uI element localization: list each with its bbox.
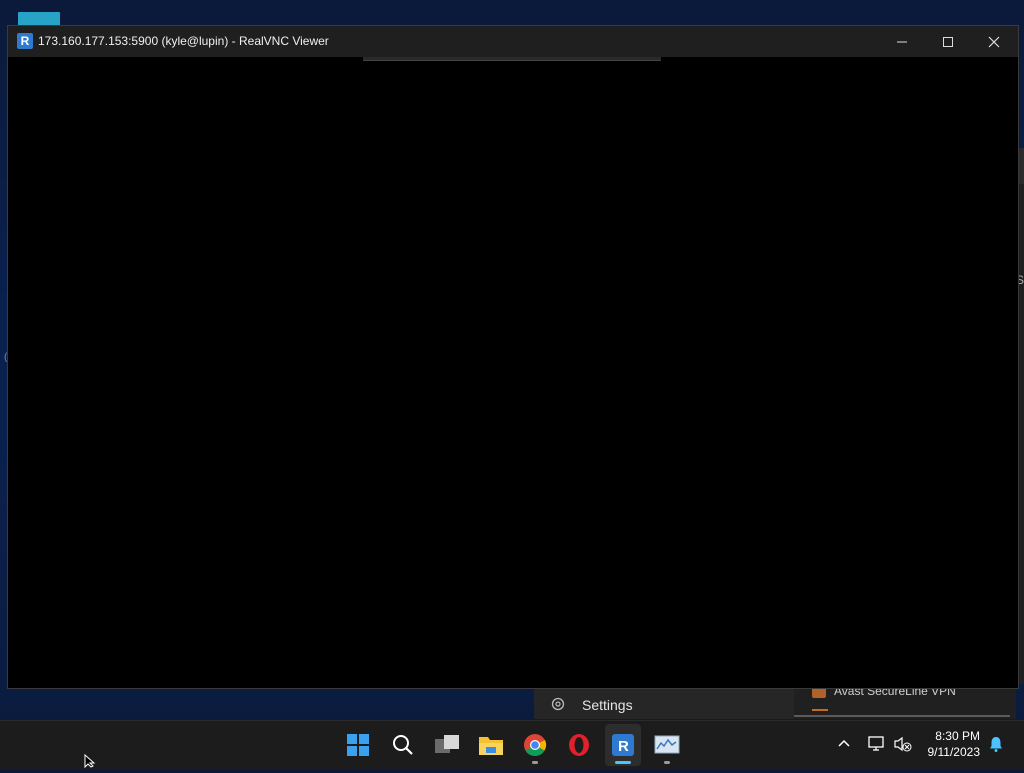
chrome-button[interactable]: [521, 731, 549, 759]
folder-icon: [479, 737, 503, 755]
start-menu-settings-item[interactable]: [534, 686, 794, 719]
file-explorer-button[interactable]: [477, 731, 505, 759]
running-indicator: [532, 761, 538, 764]
active-indicator: [615, 761, 631, 764]
search-button[interactable]: [389, 731, 417, 759]
task-view-button[interactable]: [433, 731, 461, 759]
window-title: 173.160.177.153:5900 (kyle@lupin) - Real…: [38, 34, 329, 48]
maximize-icon: [943, 36, 953, 47]
notification-bell-icon[interactable]: [987, 735, 1005, 753]
gear-icon: [550, 696, 566, 712]
volume-muted-icon[interactable]: [893, 734, 913, 754]
maximize-button[interactable]: [925, 26, 971, 57]
mouse-cursor-icon: [84, 753, 98, 769]
clock-time[interactable]: 8:30 PM: [920, 729, 980, 743]
windows-logo-icon: [347, 734, 369, 756]
vnc-viewer-window: R 173.160.177.153:5900 (kyle@lupin) - Re…: [7, 25, 1019, 689]
settings-label: Settings: [582, 697, 633, 713]
clock-date[interactable]: 9/11/2023: [920, 745, 981, 759]
svg-text:R: R: [618, 738, 629, 755]
opera-button[interactable]: [565, 731, 593, 759]
close-icon: [988, 36, 1000, 47]
taskbar: R 8:30 PM 9/11/2023: [0, 720, 1024, 769]
network-icon[interactable]: [867, 734, 887, 754]
realvnc-icon: R: [612, 734, 634, 756]
opera-icon: [569, 734, 589, 756]
resource-monitor-button[interactable]: [653, 731, 681, 759]
vnc-toolbar-handle[interactable]: [363, 57, 661, 61]
start-button[interactable]: [344, 731, 372, 759]
vpn-accent: [812, 709, 828, 711]
close-button[interactable]: [971, 26, 1017, 57]
chevron-up-icon[interactable]: [836, 735, 852, 751]
realvnc-button[interactable]: R: [609, 731, 637, 759]
realvnc-icon: R: [17, 33, 33, 49]
minimize-icon: [897, 41, 907, 42]
task-view-icon: [435, 735, 459, 753]
monitor-chart-icon: [654, 735, 680, 754]
running-indicator: [664, 761, 670, 764]
chrome-icon: [524, 734, 547, 756]
divider: [794, 715, 1010, 717]
window-titlebar[interactable]: R 173.160.177.153:5900 (kyle@lupin) - Re…: [8, 26, 1018, 57]
minimize-button[interactable]: [879, 26, 925, 57]
search-icon: [393, 735, 413, 755]
remote-desktop-view[interactable]: [8, 57, 1018, 688]
